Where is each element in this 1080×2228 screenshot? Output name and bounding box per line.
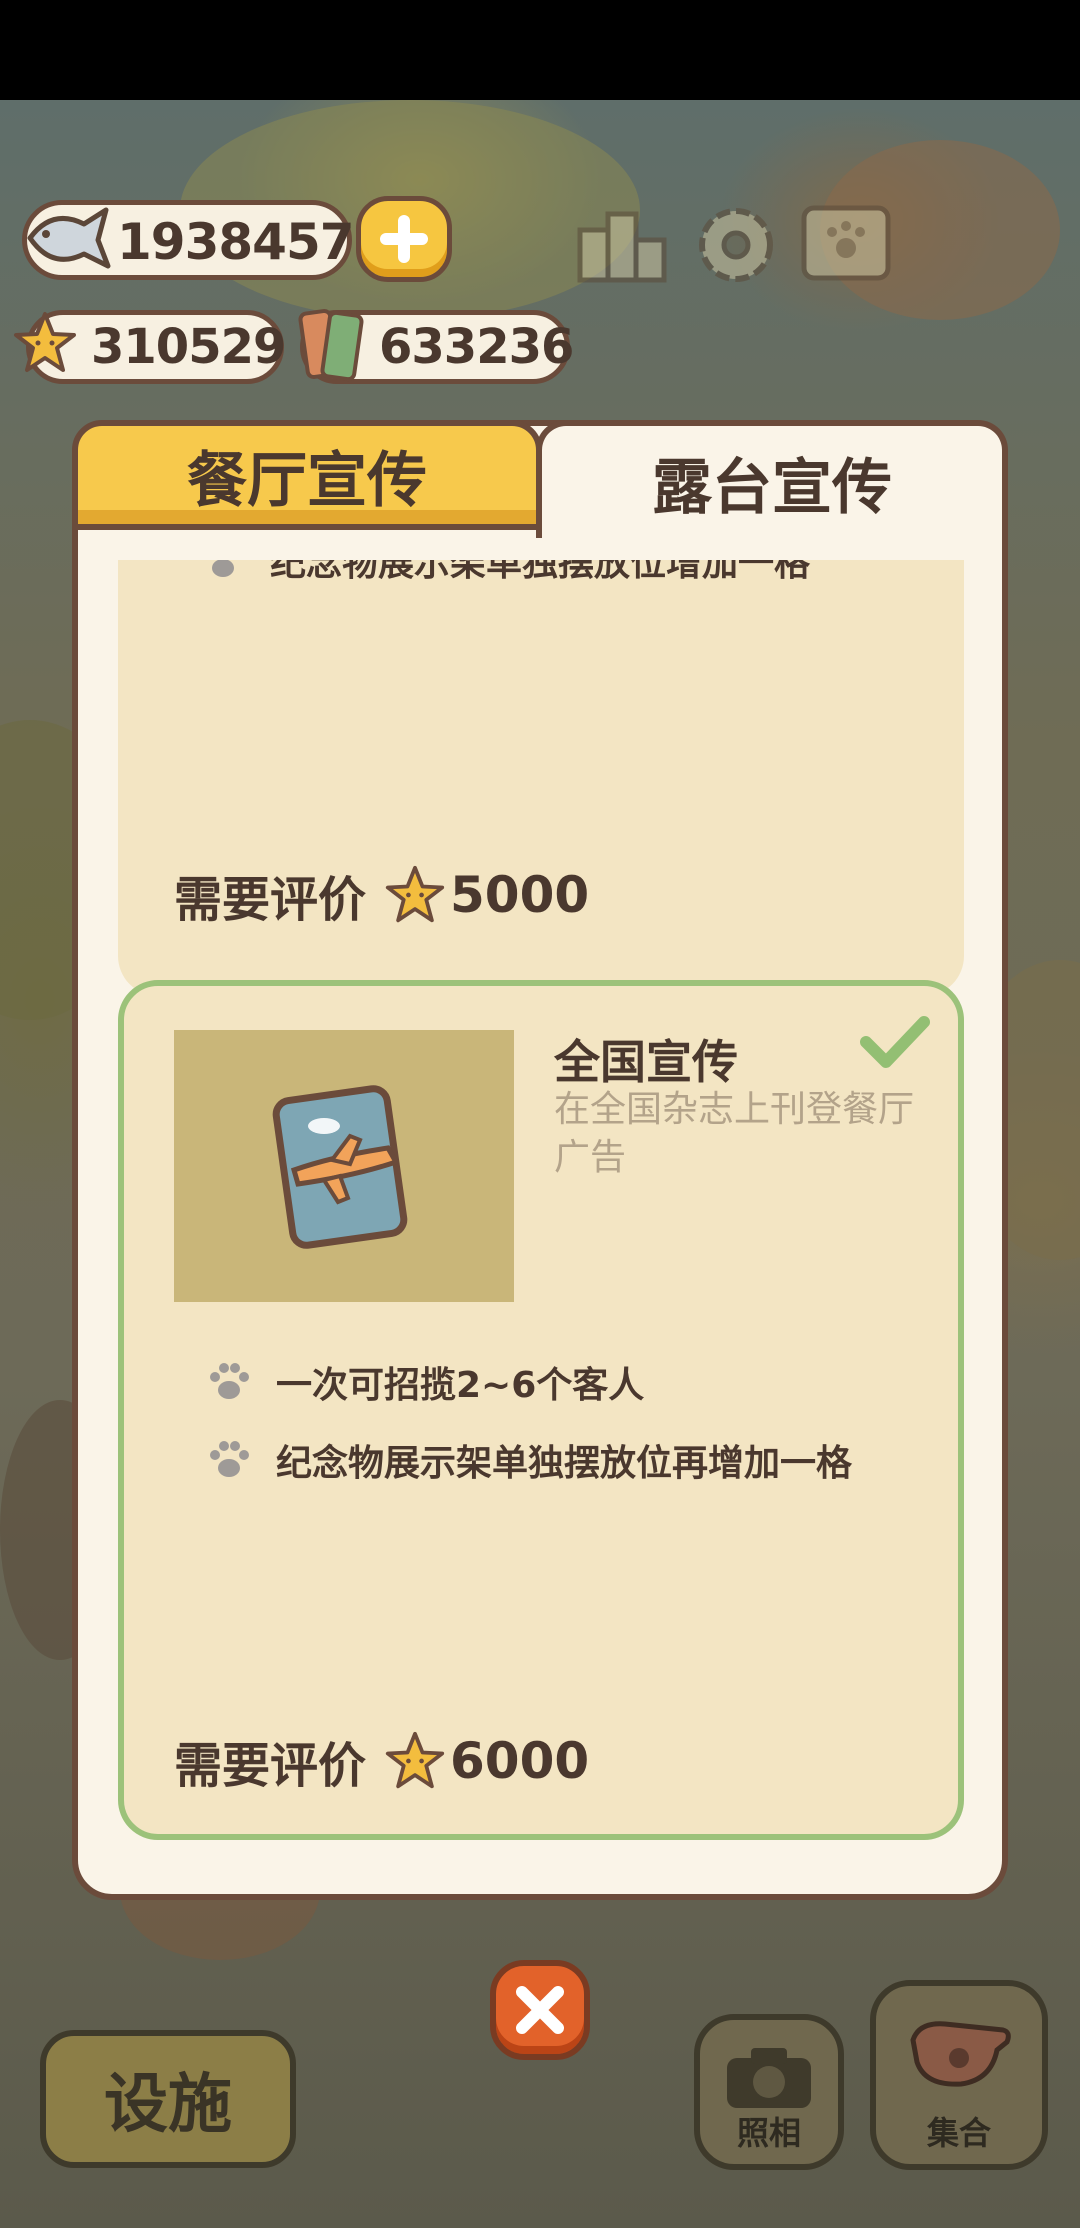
paw-icon <box>212 560 234 577</box>
fish-currency-value: 19384579 <box>117 213 388 271</box>
star-icon <box>14 312 76 372</box>
requirement-label: 需要评价 <box>174 872 367 928</box>
gather-button-label: 集合 <box>926 2114 991 2152</box>
magazine-thumbnail <box>174 1030 514 1302</box>
camera-icon <box>727 2048 811 2108</box>
promotion-title: 全国宣传 <box>554 1035 738 1089</box>
plus-icon <box>380 215 428 263</box>
close-icon <box>516 1986 564 2034</box>
photo-button-label: 照相 <box>736 2114 801 2152</box>
promotion-card-national[interactable]: 全国宣传 在全国杂志上刊登餐厅广告 一次可招揽2~6个客人 纪念物展示架单独摆放… <box>118 980 964 1840</box>
bullet-item: 纪念物展示架单独摆放位增加一格 <box>198 560 810 586</box>
tab-restaurant-promotion[interactable]: 餐厅宣传 <box>72 420 542 530</box>
requirement-label: 需要评价 <box>174 1738 367 1794</box>
fish-icon <box>27 207 111 269</box>
star-icon <box>385 1731 445 1789</box>
check-icon <box>860 1016 930 1068</box>
bullet-item: 一次可招揽2~6个客人 <box>204 1356 644 1408</box>
rating-requirement: 需要评价 5000 <box>174 860 589 930</box>
close-button[interactable] <box>490 1960 590 2060</box>
status-bar <box>0 0 1080 100</box>
bullet-text: 一次可招揽2~6个客人 <box>276 1365 645 1406</box>
facility-button[interactable]: 设施 <box>40 2030 296 2168</box>
rating-requirement: 需要评价 6000 <box>174 1726 589 1796</box>
tab-terrace-promotion[interactable]: 露台宣传 <box>536 420 1008 538</box>
paw-icon <box>210 1441 249 1477</box>
star-currency-value: 310529 <box>91 319 286 375</box>
add-fish-button[interactable] <box>356 196 452 282</box>
ranking-icon[interactable] <box>572 200 672 290</box>
bullet-text: 纪念物展示架单独摆放位增加一格 <box>270 560 811 584</box>
settings-gear-icon[interactable] <box>686 200 786 290</box>
promotion-card[interactable]: 纪念物展示架单独摆放位增加一格 需要评价 5000 <box>118 560 964 996</box>
star-icon <box>385 865 445 923</box>
whistle-icon <box>910 2021 1011 2087</box>
promotion-description: 在全国杂志上刊登餐厅广告 <box>554 1089 915 1178</box>
ticket-icon <box>298 309 364 382</box>
requirement-value: 5000 <box>450 866 590 924</box>
magazine-airplane-icon <box>272 1085 408 1249</box>
paw-book-icon[interactable] <box>796 200 896 290</box>
promotion-list[interactable]: 纪念物展示架单独摆放位增加一格 需要评价 5000 全国宣传 在全国杂志上刊登餐… <box>78 560 1002 1894</box>
paw-icon <box>210 1363 249 1399</box>
photo-button[interactable]: 照相 <box>694 2014 844 2170</box>
requirement-value: 6000 <box>450 1732 590 1790</box>
gather-button[interactable]: 集合 <box>870 1980 1048 2170</box>
bullet-text: 纪念物展示架单独摆放位再增加一格 <box>276 1443 853 1484</box>
bullet-item: 纪念物展示架单独摆放位再增加一格 <box>204 1434 852 1486</box>
ticket-currency-value: 633236 <box>379 319 574 375</box>
